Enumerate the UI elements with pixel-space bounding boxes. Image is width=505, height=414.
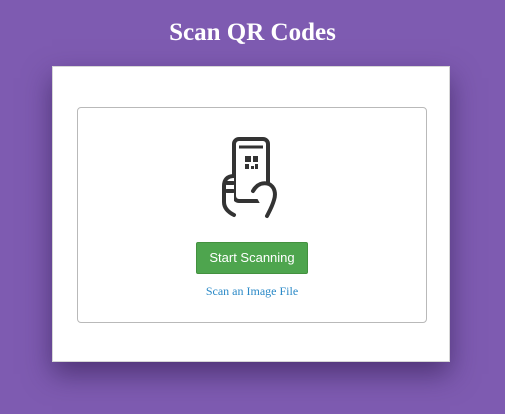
phone-qr-scan-icon xyxy=(222,137,277,218)
scan-region: Start Scanning Scan an Image File xyxy=(77,107,427,323)
scan-image-file-link[interactable]: Scan an Image File xyxy=(78,283,426,299)
scanner-card: Start Scanning Scan an Image File xyxy=(52,66,450,362)
start-scanning-button[interactable]: Start Scanning xyxy=(196,242,308,274)
page-title: Scan QR Codes xyxy=(169,19,336,46)
